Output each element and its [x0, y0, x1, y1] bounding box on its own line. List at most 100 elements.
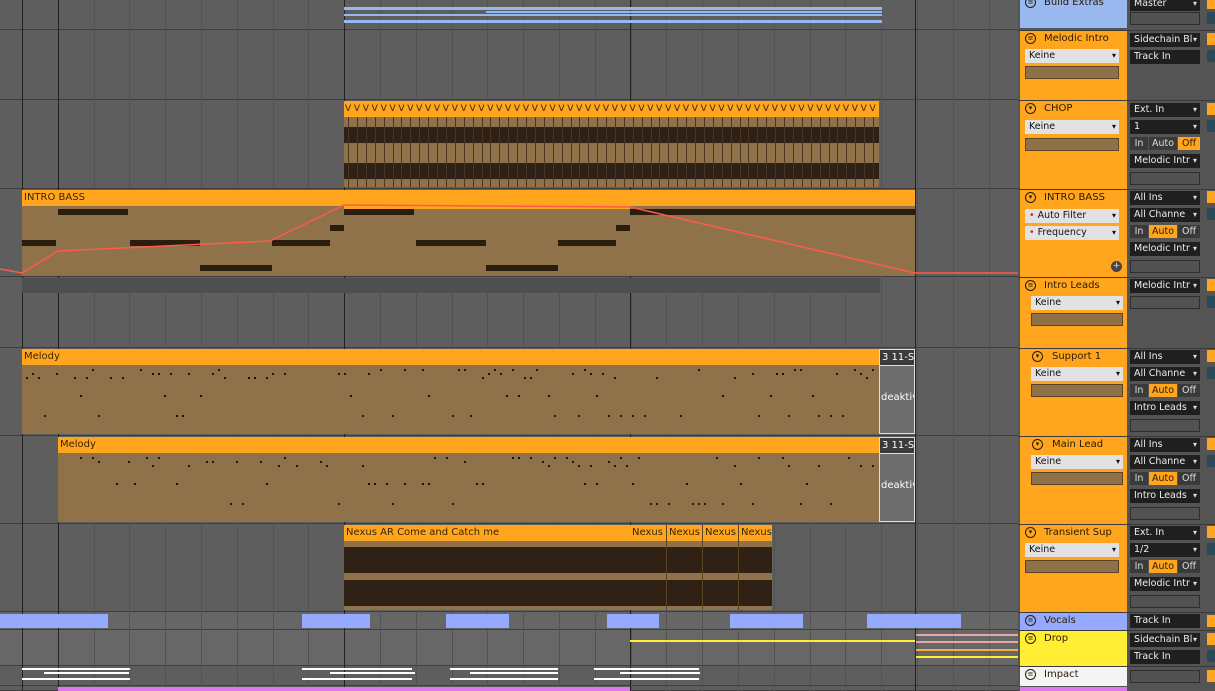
device-select[interactable]: Keine ▾ [1025, 543, 1119, 557]
track-intro-bass[interactable]: INTRO BASS ▾ • Auto Filter ▾ • Frequency ▾… [1018, 189, 1215, 277]
arm-button[interactable] [1207, 650, 1215, 662]
input-channel-select[interactable]: All Channe ▾ [1130, 367, 1200, 381]
track-activator[interactable] [1207, 103, 1215, 115]
monitor-auto-button[interactable]: Auto [1149, 560, 1177, 573]
deactivated-clip-2[interactable]: 3 11-Se deaktiv [879, 437, 915, 522]
monitor-in-button[interactable]: In [1130, 472, 1148, 485]
fold-icon[interactable]: ▾ [1025, 527, 1036, 538]
arm-button[interactable] [1207, 296, 1215, 308]
input-select[interactable]: Sidechain Bl ▾ [1130, 633, 1200, 647]
input-channel-select[interactable]: 1/2 ▾ [1130, 543, 1200, 557]
input-select[interactable]: Track In [1130, 614, 1200, 628]
input-channel-select[interactable]: All Channe ▾ [1130, 455, 1200, 469]
monitor-auto-button[interactable]: Auto [1149, 225, 1177, 238]
device-select[interactable]: Keine ▾ [1025, 120, 1119, 134]
add-lane-icon[interactable]: + [1111, 261, 1122, 272]
monitor-auto-button[interactable]: Auto [1149, 472, 1177, 485]
track-name[interactable]: INTRO BASS [1020, 190, 1127, 206]
fold-icon[interactable]: ≡ [1025, 280, 1036, 291]
monitor-in-button[interactable]: In [1130, 137, 1148, 150]
input-channel-select[interactable]: Track In [1130, 650, 1200, 664]
track-melodic-intro[interactable]: Melodic Intro ≡ Keine ▾ Sidechain Bl ▾ Tra… [1018, 30, 1215, 100]
track-intro-leads[interactable]: Intro Leads ≡ Keine ▾ Melodic Intr ▾ [1018, 277, 1215, 348]
output-channel-field[interactable] [1130, 507, 1200, 520]
input-select[interactable]: Ext. In ▾ [1130, 526, 1200, 540]
track-name[interactable]: Intro Leads [1020, 278, 1127, 294]
fold-icon[interactable]: ▾ [1025, 192, 1036, 203]
fold-icon[interactable]: ≡ [1025, 669, 1036, 680]
vocal-clip[interactable] [0, 614, 108, 628]
track-vocals[interactable]: Vocals ≡ Track In [1018, 612, 1215, 630]
nexus-clip-main[interactable]: Nexus AR Come and Catch me [344, 525, 630, 610]
arm-button[interactable] [1207, 50, 1215, 62]
chain-field[interactable] [1031, 384, 1123, 397]
output-channel-field[interactable] [1130, 172, 1200, 185]
track-name[interactable]: CHOP [1020, 101, 1127, 117]
track-name[interactable]: Drop [1020, 631, 1127, 647]
track-activator[interactable] [1207, 33, 1215, 45]
lane-vocals[interactable] [0, 612, 1018, 630]
build-extras-clip[interactable] [344, 0, 882, 27]
monitor-off-button[interactable]: Off [1178, 472, 1200, 485]
monitor-off-button[interactable]: Off [1178, 384, 1200, 397]
next-track-header[interactable] [1020, 687, 1127, 691]
monitor-auto-button[interactable]: Auto [1149, 137, 1177, 150]
track-main-lead[interactable]: Main Lead ▾ Keine ▾ All Ins ▾ All Channe ▾ … [1018, 436, 1215, 524]
output-channel-field[interactable] [1130, 296, 1200, 309]
vocal-clip[interactable] [302, 614, 370, 628]
chop-clip[interactable]: VVVVVVVVVVVVVVVVVVVVVVVVVVVVVVVVVVVVVVVV… [344, 101, 879, 187]
output-channel-field[interactable] [1130, 595, 1200, 608]
track-name[interactable]: Melodic Intro [1020, 31, 1127, 47]
monitor-auto-button[interactable]: Auto [1149, 384, 1177, 397]
arm-button[interactable] [1207, 455, 1215, 467]
input-channel-select[interactable]: 1 ▾ [1130, 120, 1200, 134]
track-name[interactable]: Vocals [1020, 613, 1127, 629]
track-name[interactable]: Impact [1020, 667, 1127, 683]
fold-icon[interactable]: ≡ [1025, 33, 1036, 44]
input-select[interactable]: Ext. In ▾ [1130, 103, 1200, 117]
monitor-in-button[interactable]: In [1130, 384, 1148, 397]
monitor-in-button[interactable]: In [1130, 225, 1148, 238]
automation-param-select[interactable]: • Frequency ▾ [1025, 226, 1119, 240]
input-select[interactable]: All Ins ▾ [1130, 191, 1200, 205]
track-activator[interactable] [1207, 670, 1215, 682]
drop-clip-tail[interactable] [916, 634, 1018, 662]
track-activator[interactable] [1207, 438, 1215, 450]
melody-clip-2[interactable]: Melody [58, 437, 879, 522]
input-select[interactable]: Sidechain Bl ▾ [1130, 33, 1200, 47]
next-track-clip[interactable] [58, 687, 630, 691]
output-channel-field[interactable] [1130, 419, 1200, 432]
device-select[interactable]: Keine ▾ [1031, 367, 1123, 381]
track-activator[interactable] [1207, 0, 1215, 9]
track-name[interactable]: Transient Sup [1020, 525, 1127, 541]
monitor-off-button[interactable]: Off [1178, 137, 1200, 150]
output-select[interactable]: Melodic Intr ▾ [1130, 154, 1200, 168]
track-activator[interactable] [1207, 633, 1215, 645]
track-activator[interactable] [1207, 615, 1215, 627]
output-field[interactable] [1130, 12, 1200, 25]
input-select[interactable]: All Ins ▾ [1130, 350, 1200, 364]
arm-button[interactable] [1207, 543, 1215, 555]
arm-button[interactable] [1207, 120, 1215, 132]
track-activator[interactable] [1207, 350, 1215, 362]
chain-field[interactable] [1025, 138, 1119, 151]
output-select[interactable]: Melodic Intr ▾ [1130, 279, 1200, 293]
nexus-clip-a[interactable]: Nexus [630, 525, 666, 610]
arrangement-view[interactable]: VVVVVVVVVVVVVVVVVVVVVVVVVVVVVVVVVVVVVVVV… [0, 0, 1018, 691]
track-chop[interactable]: CHOP ▾ Keine ▾ Ext. In ▾ 1 ▾ In Auto Off Me… [1018, 100, 1215, 189]
track-drop[interactable]: Drop ≡ Sidechain Bl ▾ Track In [1018, 630, 1215, 666]
device-select[interactable]: Keine ▾ [1031, 296, 1123, 310]
output-select[interactable]: Intro Leads ▾ [1130, 489, 1200, 503]
vocal-clip[interactable] [607, 614, 659, 628]
mixer-panel[interactable]: Build Extras ≡ Master ▾ Melodic Intro ≡ K… [1018, 0, 1215, 691]
track-name[interactable]: Build Extras [1020, 0, 1127, 11]
lane-drop[interactable] [0, 630, 1018, 666]
fold-icon[interactable]: ≡ [1025, 633, 1036, 644]
track-build-extras[interactable]: Build Extras ≡ Master ▾ [1018, 0, 1215, 30]
fold-icon[interactable]: ▾ [1025, 103, 1036, 114]
chain-field[interactable] [1025, 560, 1119, 573]
input-select[interactable]: All Ins ▾ [1130, 438, 1200, 452]
chain-field[interactable] [1025, 66, 1119, 79]
monitor-off-button[interactable]: Off [1178, 560, 1200, 573]
melody-clip-1[interactable]: Melody [22, 349, 879, 434]
